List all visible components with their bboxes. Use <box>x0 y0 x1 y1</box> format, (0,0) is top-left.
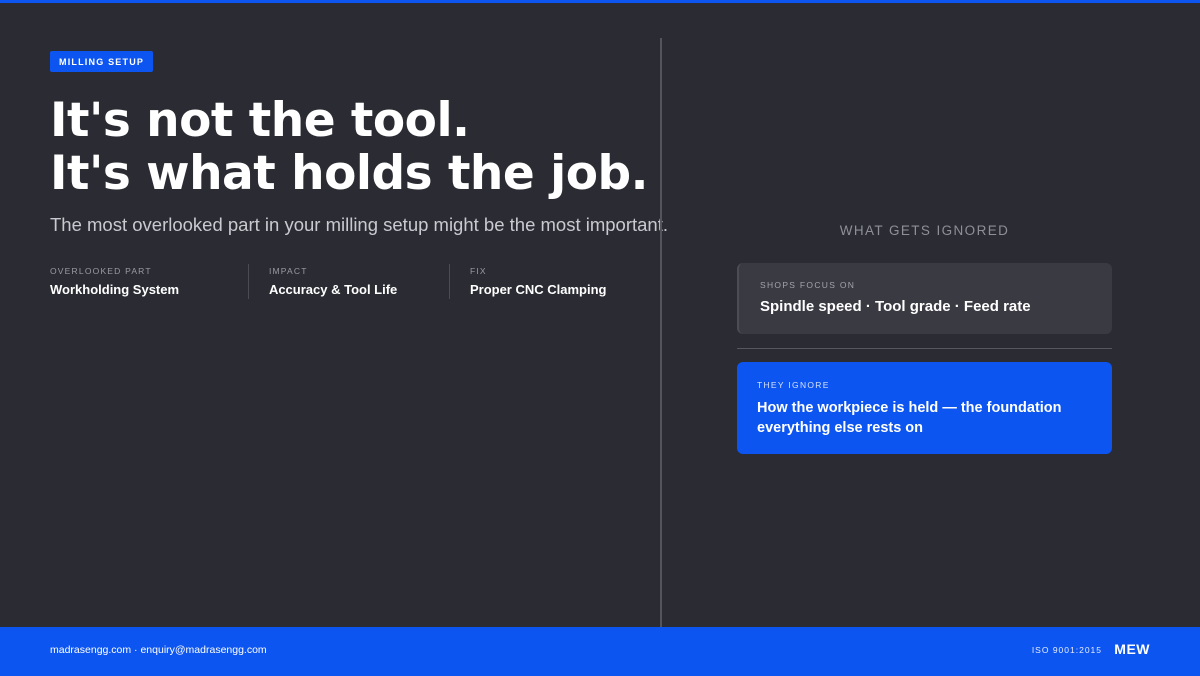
section-heading: WHAT GETS IGNORED <box>839 223 1010 238</box>
focus-card: SHOPS FOCUS ON Spindle speed · Tool grad… <box>737 263 1112 334</box>
fact-label: IMPACT <box>268 266 308 276</box>
ignore-card: THEY IGNORE How the workpiece is held — … <box>737 362 1112 454</box>
top-accent-bar <box>0 0 1200 3</box>
focus-card-text: Spindle speed · Tool grade · Feed rate <box>760 298 1031 315</box>
fact-impact: IMPACT Accuracy & Tool Life <box>247 264 449 299</box>
certification-badge: ISO 9001:2015 <box>1031 645 1102 655</box>
fact-label: FIX <box>469 266 487 276</box>
fact-label: OVERLOOKED PART <box>50 266 152 276</box>
fact-value: Proper CNC Clamping <box>469 282 607 297</box>
fact-overlooked-part: OVERLOOKED PART Workholding System <box>50 264 248 299</box>
fact-value: Workholding System <box>50 282 180 297</box>
ignore-card-text: How the workpiece is held — the foundati… <box>757 400 1062 436</box>
card-separator <box>737 348 1112 349</box>
category-tag: MILLING SETUP <box>50 51 154 72</box>
ignore-card-label: THEY IGNORE <box>757 380 830 390</box>
headline-line-1: It's not the tool. <box>50 93 470 148</box>
focus-card-label: SHOPS FOCUS ON <box>760 280 856 290</box>
brand-logo: MEW <box>1114 641 1150 657</box>
fact-value: Accuracy & Tool Life <box>268 282 398 297</box>
facts-row: OVERLOOKED PART Workholding System IMPAC… <box>50 264 650 299</box>
footer: madrasengg.com · enquiry@madrasengg.com … <box>0 627 1200 676</box>
headline: It's not the tool. It's what holds the j… <box>50 94 670 200</box>
fact-fix: FIX Proper CNC Clamping <box>448 264 650 299</box>
footer-contact: madrasengg.com · enquiry@madrasengg.com <box>50 644 267 656</box>
subtitle: The most overlooked part in your milling… <box>50 214 668 235</box>
headline-line-2: It's what holds the job. <box>50 146 649 201</box>
vertical-divider <box>660 38 662 627</box>
hero-section: MILLING SETUP It's not the tool. It's wh… <box>50 51 670 236</box>
